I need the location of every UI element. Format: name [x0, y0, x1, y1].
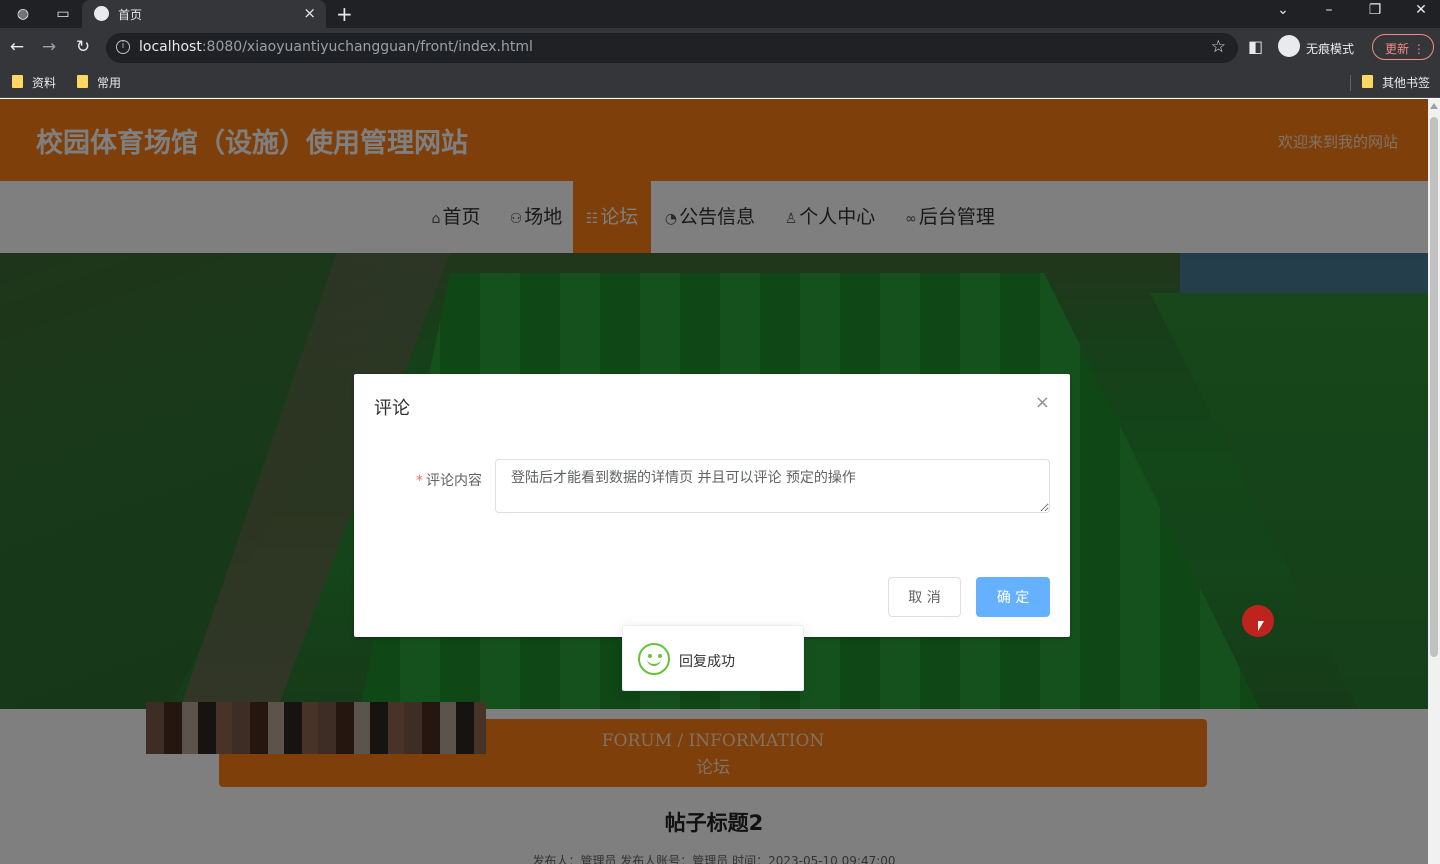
browser-toolbar: ← → ↻ i localhost:8080/xiaoyuantiyuchang… — [0, 28, 1440, 68]
site-info-icon[interactable]: i — [116, 40, 130, 54]
reload-icon[interactable]: ↻ — [72, 37, 94, 57]
comment-content-label: * 评论内容 — [416, 470, 482, 490]
mouse-cursor-icon — [1258, 621, 1264, 631]
forward-icon[interactable]: → — [38, 37, 60, 57]
back-icon[interactable]: ← — [6, 37, 28, 57]
required-mark: * — [416, 473, 423, 489]
address-url[interactable]: localhost:8080/xiaoyuantiyuchangguan/fro… — [139, 39, 533, 55]
incognito-icon — [1278, 35, 1300, 57]
page-scrollbar[interactable] — [1428, 99, 1440, 864]
browser-tab-active[interactable]: 首页 × — [82, 0, 326, 28]
success-toast: 回复成功 — [622, 625, 804, 691]
address-bar[interactable]: i localhost:8080/xiaoyuantiyuchangguan/f… — [106, 33, 1238, 63]
tab-overview-icon[interactable]: ▭ — [54, 5, 72, 23]
smile-icon — [638, 643, 670, 675]
bookmark-separator — [1350, 75, 1351, 91]
minimize-icon[interactable]: – — [1314, 2, 1344, 18]
incognito-label: 无痕模式 — [1306, 42, 1355, 56]
scroll-up-icon[interactable] — [1430, 103, 1438, 109]
field-label-text: 评论内容 — [426, 473, 482, 489]
scrollbar-thumb[interactable] — [1430, 117, 1438, 657]
cancel-button[interactable]: 取 消 — [888, 577, 961, 617]
window-close-icon[interactable]: ✕ — [1406, 2, 1436, 18]
close-icon[interactable]: × — [1035, 392, 1050, 413]
side-panel-icon[interactable]: ◧ — [1248, 37, 1263, 56]
confirm-button[interactable]: 确 定 — [976, 577, 1050, 617]
restore-icon[interactable]: ❐ — [1360, 2, 1390, 18]
browser-tab-bar: ◍ ▭ 首页 × + ⌄ – ❐ ✕ — [0, 0, 1440, 28]
new-tab-icon[interactable]: + — [336, 2, 353, 26]
comment-dialog: 评论 × * 评论内容 登陆后才能看到数据的详情页 并且可以评论 预定的操作 取 … — [354, 374, 1070, 637]
bookmark-star-icon[interactable]: ☆ — [1211, 37, 1226, 57]
bookmark-folder-ziliao[interactable]: 资料 — [12, 74, 56, 91]
tab-close-icon[interactable]: × — [303, 4, 316, 22]
page-viewport: 校园体育场馆（设施）使用管理网站 欢迎来到我的网站 ⌂首页 ⚇场地 ☷论坛 ◔公… — [0, 99, 1428, 864]
tab-search-icon[interactable]: ⌄ — [1268, 2, 1298, 18]
bookmark-folder-changyong[interactable]: 常用 — [77, 74, 121, 91]
dialog-title: 评论 — [374, 398, 410, 419]
bookmarks-bar: 资料 常用 其他书签 — [0, 68, 1440, 98]
tab-title: 首页 — [118, 8, 143, 22]
toast-message: 回复成功 — [679, 654, 735, 670]
tab-favicon-icon — [94, 6, 109, 21]
bookmark-folder-other[interactable]: 其他书签 — [1362, 74, 1430, 91]
comment-content-textarea[interactable]: 登陆后才能看到数据的详情页 并且可以评论 预定的操作 — [495, 459, 1050, 513]
globe-icon[interactable]: ◍ — [14, 5, 32, 23]
update-button[interactable]: 更新 ⋮ — [1372, 34, 1434, 60]
